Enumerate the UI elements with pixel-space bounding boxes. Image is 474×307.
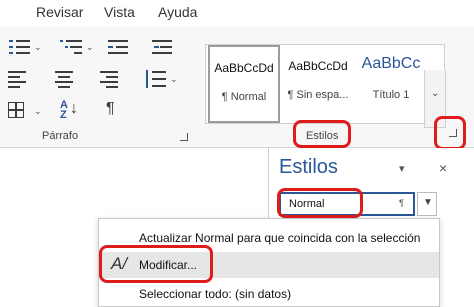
highlight-normal-select	[277, 188, 363, 218]
line-spacing-dropdown-icon[interactable]: ⌄	[170, 74, 178, 85]
styles-pane-title: Estilos	[279, 156, 338, 178]
borders-icon[interactable]	[8, 102, 30, 120]
decrease-indent-icon[interactable]	[108, 38, 130, 56]
paragraph-group-label: Párrafo	[42, 130, 79, 142]
menu-item-label: Actualizar Normal para que coincida con …	[139, 231, 421, 245]
show-formatting-marks-icon[interactable]: ¶	[106, 100, 115, 118]
style-tile-heading-1[interactable]: AaBbCc Título 1	[356, 45, 426, 123]
align-center-icon[interactable]	[55, 70, 77, 88]
style-select-dropdown-button[interactable]: ▼	[417, 192, 437, 216]
chevron-down-icon: ▼	[423, 197, 433, 208]
paragraph-mark-icon: ¶	[399, 198, 404, 208]
menu-vista[interactable]: Vista	[104, 4, 135, 20]
align-right-icon[interactable]	[100, 70, 122, 88]
highlight-styles-label	[293, 120, 351, 148]
multilevel-list-icon[interactable]	[60, 38, 82, 56]
style-sample: AaBbCcDd	[214, 61, 274, 75]
style-tile-no-spacing[interactable]: AaBbCcDd ¶ Sin espa...	[282, 45, 354, 123]
menu-revisar[interactable]: Revisar	[36, 4, 83, 20]
style-tile-normal[interactable]: AaBbCcDd ¶ Normal	[208, 45, 280, 123]
style-sample: AaBbCc	[361, 55, 421, 72]
pane-options-icon[interactable]: ▾	[399, 162, 405, 175]
increase-indent-icon[interactable]	[152, 38, 174, 56]
menu-ayuda[interactable]: Ayuda	[158, 4, 197, 20]
chevron-down-icon: ⌄	[431, 88, 440, 99]
borders-dropdown-icon[interactable]: ⌄	[34, 106, 42, 117]
style-sample: AaBbCcDd	[288, 59, 348, 73]
numbering-dropdown-icon[interactable]: ⌄	[34, 42, 42, 53]
multilevel-dropdown-icon[interactable]: ⌄	[86, 42, 94, 53]
numbering-icon[interactable]	[8, 38, 30, 56]
style-name: ¶ Normal	[221, 91, 267, 103]
style-name: Título 1	[372, 89, 410, 101]
sort-arrow-icon: ↓	[70, 100, 78, 117]
ribbon: ⌄ ⌄ ⌄ ⌄ A Z ↓ ¶ Párrafo AaBbCcDd ¶ Norma…	[0, 26, 474, 150]
highlight-modify-item	[99, 245, 213, 283]
style-name: ¶ Sin espa...	[287, 89, 349, 101]
close-icon[interactable]: ×	[439, 160, 447, 176]
context-menu: Actualizar Normal para que coincida con …	[98, 218, 440, 307]
menu-bar: Revisar Vista Ayuda	[0, 0, 474, 26]
line-spacing-icon[interactable]	[146, 70, 168, 88]
highlight-styles-launcher	[434, 116, 466, 150]
styles-gallery: AaBbCcDd ¶ Normal AaBbCcDd ¶ Sin espa...…	[205, 44, 445, 124]
menu-item-select-all[interactable]: Seleccionar todo: (sin datos)	[99, 281, 439, 307]
paragraph-launcher-icon[interactable]	[180, 133, 188, 141]
menu-item-label: Seleccionar todo: (sin datos)	[139, 287, 292, 301]
align-left-icon[interactable]	[8, 70, 30, 88]
